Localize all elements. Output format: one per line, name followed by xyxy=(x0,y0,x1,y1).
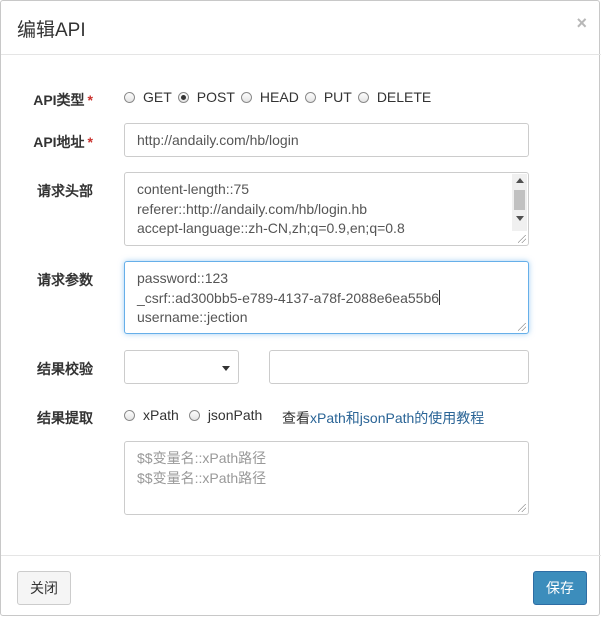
api-type-radio-group: GET POST HEAD PUT DELETE xyxy=(124,89,437,105)
radio-circle-icon xyxy=(357,91,369,103)
api-url-input[interactable]: http://andaily.com/hb/login xyxy=(124,123,529,157)
chevron-down-icon xyxy=(222,366,230,371)
close-icon[interactable]: × xyxy=(576,13,587,34)
result-check-input[interactable] xyxy=(269,350,529,384)
result-extract-placeholder: $$变量名::xPath路径 $$变量名::xPath路径 xyxy=(137,450,267,486)
request-headers-label: 请求头部 xyxy=(37,183,93,199)
dialog-title: 编辑API xyxy=(17,20,86,41)
result-extract-textarea[interactable]: $$变量名::xPath路径 $$变量名::xPath路径 xyxy=(124,441,529,515)
radio-jsonpath[interactable]: jsonPath xyxy=(188,407,262,423)
request-params-label: 请求参数 xyxy=(37,272,93,288)
radio-circle-icon xyxy=(240,91,252,103)
radio-checked-icon xyxy=(177,91,189,103)
xpath-jsonpath-tutorial-link[interactable]: xPath和jsonPath的使用教程 xyxy=(310,410,484,426)
dialog-footer: 关闭 保存 xyxy=(1,555,601,617)
resize-handle-icon[interactable] xyxy=(518,235,526,243)
request-params-textarea[interactable]: password::123 _csrf::ad300bb5-e789-4137-a… xyxy=(124,261,529,334)
extract-radio-group: xPath jsonPath xyxy=(124,407,268,423)
api-url-value: http://andaily.com/hb/login xyxy=(137,132,299,148)
radio-post[interactable]: POST xyxy=(177,89,235,105)
edit-api-dialog: 编辑API × API类型 * GET POST HEAD PUT DELETE … xyxy=(0,0,601,617)
radio-get[interactable]: GET xyxy=(124,89,172,105)
dialog-header: 编辑API × xyxy=(1,1,601,55)
request-headers-textarea[interactable]: content-length::75 referer::http://andail… xyxy=(124,172,529,246)
api-url-label: API地址 * xyxy=(33,134,93,150)
radio-circle-icon xyxy=(188,409,200,421)
save-button[interactable]: 保存 xyxy=(533,571,587,605)
resize-handle-icon[interactable] xyxy=(518,323,526,331)
result-check-select[interactable] xyxy=(124,350,239,384)
scroll-down-arrow-icon[interactable] xyxy=(516,216,524,221)
textarea-scrollbar[interactable] xyxy=(512,174,527,231)
result-extract-label: 结果提取 xyxy=(37,410,93,426)
radio-circle-icon xyxy=(304,91,316,103)
radio-head[interactable]: HEAD xyxy=(240,89,299,105)
scroll-thumb[interactable] xyxy=(514,190,525,210)
required-mark: * xyxy=(87,92,93,108)
radio-delete[interactable]: DELETE xyxy=(357,89,431,105)
resize-handle-icon[interactable] xyxy=(518,504,526,512)
close-button[interactable]: 关闭 xyxy=(17,571,71,605)
radio-circle-icon xyxy=(124,91,135,103)
radio-circle-icon xyxy=(124,409,135,421)
radio-put[interactable]: PUT xyxy=(304,89,352,105)
radio-xpath[interactable]: xPath xyxy=(124,407,179,423)
required-mark: * xyxy=(87,134,93,150)
request-headers-text: content-length::75 referer::http://andail… xyxy=(137,181,405,236)
scroll-up-arrow-icon[interactable] xyxy=(516,178,524,183)
request-params-text: password::123 _csrf::ad300bb5-e789-4137-a… xyxy=(137,270,441,325)
result-check-label: 结果校验 xyxy=(37,361,93,377)
extract-help: 查看xPath和jsonPath的使用教程 xyxy=(282,410,485,426)
text-cursor xyxy=(439,289,441,305)
api-type-label: API类型 * xyxy=(33,92,93,108)
